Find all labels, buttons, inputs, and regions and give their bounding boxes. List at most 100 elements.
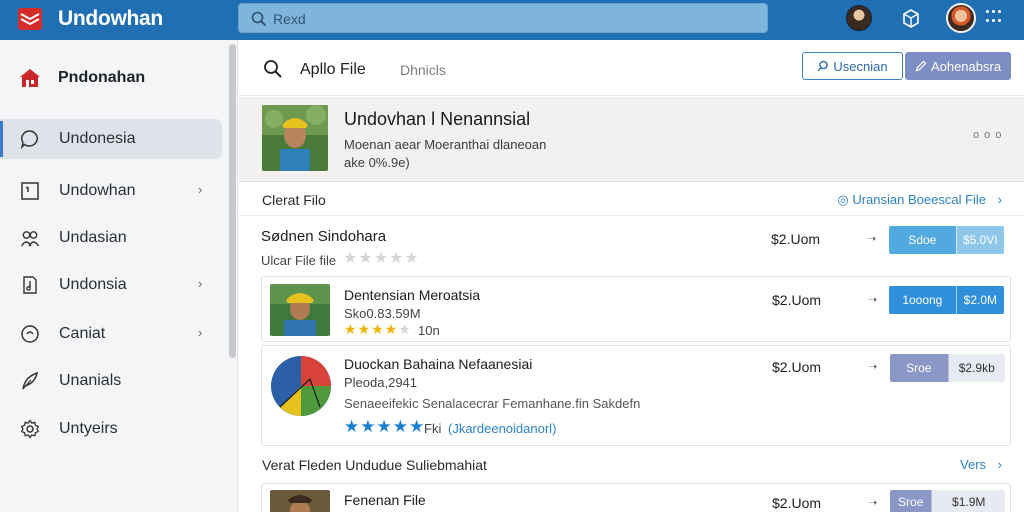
search-input[interactable] xyxy=(273,8,753,30)
buy-button-label: Sroe xyxy=(890,354,948,382)
feather-icon xyxy=(22,371,38,390)
item-description: Senaeeifekic Senalacecrar Femanhane.fin … xyxy=(344,396,641,411)
buy-button-price: $2.9kb xyxy=(947,354,1005,382)
sidebar-item-undonsia[interactable]: Undonsia › xyxy=(0,265,222,305)
apps-grid-icon[interactable] xyxy=(986,10,1002,24)
sidebar-item-label: Caniat xyxy=(59,325,106,342)
section-header: Clerat Filo ◎ Uransian Boeescal File › xyxy=(239,182,1024,216)
profile-avatar[interactable] xyxy=(946,3,976,33)
buy-button-label: Sdoe xyxy=(889,226,956,254)
chevron-right-icon: › xyxy=(198,182,203,197)
list-item[interactable]: Duockan Bahaina Nefaanesiai Pleoda,2941 … xyxy=(261,345,1011,446)
featured-photo xyxy=(262,105,328,171)
sidebar-item-label: Undonesia xyxy=(59,130,136,147)
item-price: $2.Uom xyxy=(772,495,822,511)
buy-button[interactable]: Sdoe $5.0VI xyxy=(889,226,1004,254)
buy-button-price: $2.0M xyxy=(955,286,1004,314)
arrow-icon: ➝ xyxy=(868,497,878,509)
featured-card[interactable]: Undovhan l Nenannsial Moenan aear Moeran… xyxy=(239,97,1024,182)
item-price: $2.Uom xyxy=(771,231,821,247)
arrow-icon: ➝ xyxy=(867,233,877,245)
gear-icon xyxy=(20,419,40,439)
item-title: Fenenan File xyxy=(344,492,426,508)
buy-button[interactable]: 1ooong $2.0M xyxy=(889,286,1004,314)
chevron-right-icon: › xyxy=(198,325,203,340)
document-icon xyxy=(23,276,37,294)
item-link[interactable]: (Jkardeenoidanorl) xyxy=(448,421,556,436)
section-title: Clerat Filo xyxy=(262,192,326,208)
refresh-icon: ◎ xyxy=(837,192,849,207)
item-subtitle: Ulcar File file xyxy=(261,253,337,268)
chat-icon xyxy=(20,130,38,149)
sidebar-item-caniat[interactable]: Caniat › xyxy=(0,314,222,354)
chevron-right-icon: › xyxy=(997,457,1002,472)
sidebar-item-label: Undasian xyxy=(59,229,127,246)
calendar-icon xyxy=(21,182,39,200)
arrow-icon: ➝ xyxy=(868,361,878,373)
app-brand: Undowhan xyxy=(58,7,163,30)
list-item[interactable]: Dentensian Meroatsia Sko0.83.59M ★★★★★ 1… xyxy=(261,276,1011,342)
sidebar-item-undasian[interactable]: Undasian xyxy=(0,218,222,258)
featured-meta: ake 0%.9e) xyxy=(344,155,410,170)
global-search[interactable] xyxy=(238,3,768,33)
rating-stars: ★★★★★ xyxy=(344,417,426,436)
search-icon xyxy=(251,11,267,27)
search-action-button[interactable]: Usecnian xyxy=(802,52,903,80)
buy-button[interactable]: Sroe $1.9M xyxy=(890,490,1005,512)
user-avatar[interactable] xyxy=(846,5,872,31)
search-icon[interactable] xyxy=(263,59,283,79)
section-header: Verat Fleden Undudue Suliebmahiat Vers › xyxy=(239,448,1024,482)
section-link[interactable]: ◎ Uransian Boeescal File › xyxy=(837,192,1002,208)
sidebar-item-label: Undonsia xyxy=(59,276,127,293)
edit-action-label: Aohenabsra xyxy=(930,58,1002,74)
people-icon xyxy=(20,231,40,247)
top-bar: Undowhan xyxy=(0,0,1024,40)
item-subtitle: Sko0.83.59M xyxy=(344,306,421,321)
chevron-right-icon: › xyxy=(997,192,1002,207)
package-icon[interactable] xyxy=(900,7,922,29)
pencil-icon xyxy=(915,60,927,72)
sidebar-item-undowhan[interactable]: Undowhan › xyxy=(0,171,222,211)
rating-label: Fki xyxy=(424,421,442,436)
page-title: Apllo File xyxy=(300,61,366,78)
item-subtitle: Pleoda,2941 xyxy=(344,375,418,390)
sidebar-item-untyeirs[interactable]: Untyeirs xyxy=(0,409,222,449)
item-price: $2.Uom xyxy=(772,292,822,308)
sidebar-scrollbar[interactable] xyxy=(229,44,236,358)
sidebar-item-undonesia[interactable]: Undonesia xyxy=(0,119,222,159)
main-header: Apllo File Dhnicls Usecnian Aohenabsra xyxy=(239,40,1024,96)
buy-button-price: $1.9M xyxy=(931,490,1005,512)
list-item[interactable]: Fenenan File $2.Uom ➝ Sroe $1.9M xyxy=(261,483,1011,512)
rating-stars: ★★★★★ xyxy=(344,321,412,337)
clock-icon xyxy=(21,325,39,343)
item-title: Dentensian Meroatsia xyxy=(344,287,481,303)
list-item[interactable]: Sødnen Sindohara Ulcar File file ★★★★★ $… xyxy=(261,217,1011,275)
featured-title: Undovhan l Nenannsial xyxy=(344,109,531,129)
divider xyxy=(239,215,1024,216)
item-photo xyxy=(270,284,330,336)
sidebar-item-unanials[interactable]: Unanials xyxy=(0,361,222,401)
buy-button-price: $5.0VI xyxy=(955,226,1004,254)
edit-action-button[interactable]: Aohenabsra xyxy=(905,52,1011,80)
item-title: Sødnen Sindohara xyxy=(261,228,387,245)
buy-button-label: 1ooong xyxy=(889,286,956,314)
buy-button-label: Sroe xyxy=(890,490,932,512)
sidebar-header[interactable]: Pndonahan xyxy=(18,67,145,89)
chevron-right-icon: › xyxy=(198,276,203,291)
sidebar: Pndonahan Undonesia Undowhan › Undasian … xyxy=(0,40,238,512)
item-price: $2.Uom xyxy=(772,359,822,375)
buy-button[interactable]: Sroe $2.9kb xyxy=(890,354,1005,382)
more-options-icon[interactable]: o o o xyxy=(973,129,1002,141)
sidebar-item-label: Undowhan xyxy=(59,182,136,199)
arrow-icon: ➝ xyxy=(868,294,878,306)
sidebar-item-label: Unanials xyxy=(59,372,122,389)
section-title: Verat Fleden Undudue Suliebmahiat xyxy=(262,457,487,473)
logo-icon xyxy=(18,8,42,30)
page-subtitle[interactable]: Dhnicls xyxy=(400,62,446,78)
search-icon xyxy=(818,60,829,72)
section-link[interactable]: Vers › xyxy=(960,457,1002,472)
home-icon xyxy=(20,69,40,87)
rating-stars: ★★★★★ xyxy=(343,250,420,267)
item-photo xyxy=(270,490,330,512)
featured-description: Moenan aear Moeranthai dlaneoan xyxy=(344,137,547,152)
